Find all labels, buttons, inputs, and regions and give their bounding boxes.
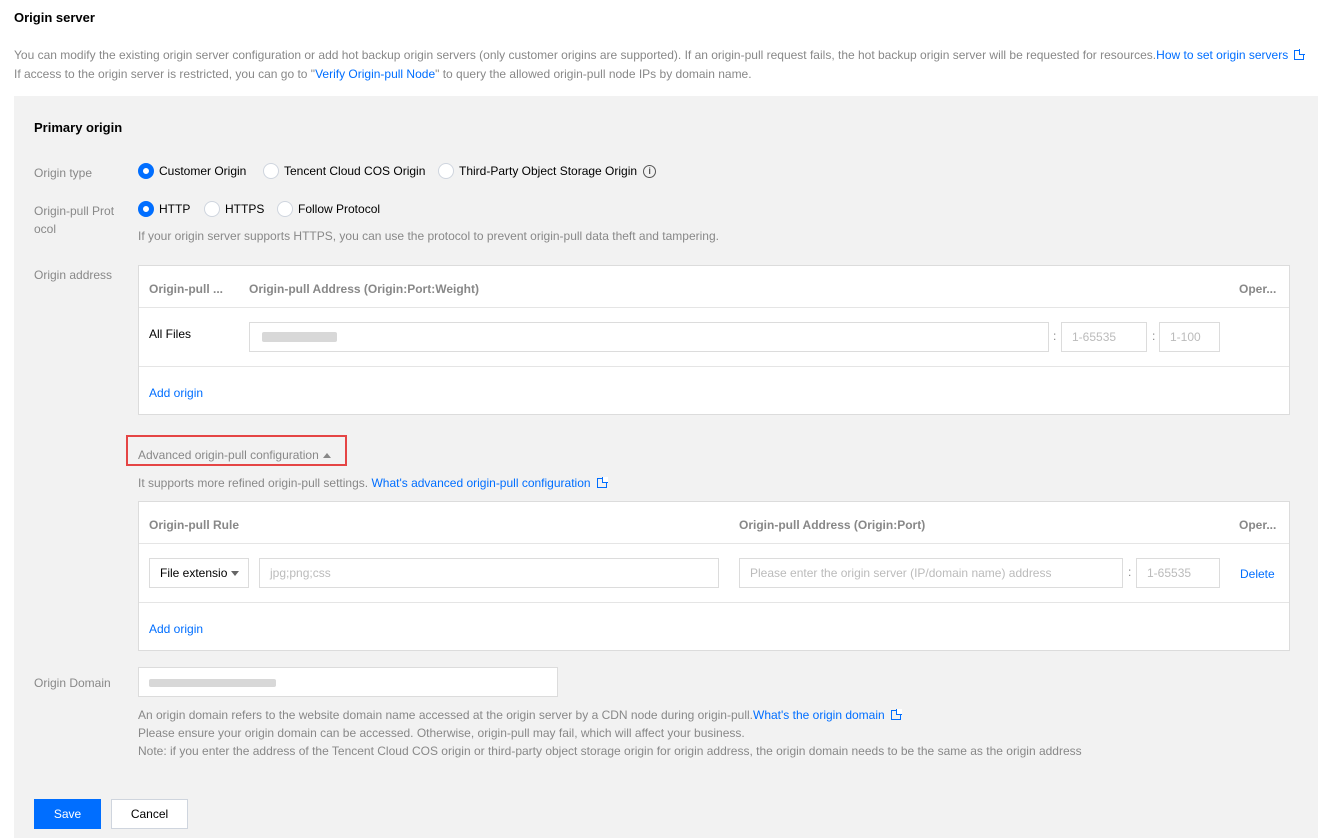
origin-domain-help-line-2: Please ensure your origin domain can be … (138, 726, 745, 740)
protocol-label-line-2: ocol (34, 222, 57, 236)
description-text: You can modify the existing origin serve… (14, 48, 1157, 62)
column-header: Origin-pull Address (Origin:Port:Weight) (249, 282, 479, 296)
radio-third-party-origin[interactable]: Third-Party Object Storage Origin i (438, 163, 657, 179)
advanced-help-link[interactable]: What's advanced origin-pull configuratio… (371, 476, 590, 490)
column-header: Oper... (1239, 518, 1277, 532)
origin-address-input[interactable] (249, 322, 1049, 352)
radio-customer-origin[interactable]: Customer Origin (138, 163, 246, 179)
radio-checked-icon (138, 201, 154, 217)
divider (139, 602, 1289, 603)
column-header: Origin-pull ... (149, 282, 223, 296)
add-origin-link[interactable]: Add origin (149, 386, 203, 400)
rule-type-value: File extensio (160, 566, 228, 580)
radio-http[interactable]: HTTP (138, 201, 190, 217)
advanced-origin-table: Origin-pull Rule Origin-pull Address (Or… (138, 501, 1290, 651)
colon-separator: : (1053, 329, 1057, 343)
info-icon[interactable]: i (643, 164, 657, 178)
origin-address-table: Origin-pull ... Origin-pull Address (Ori… (138, 265, 1290, 415)
divider (139, 366, 1289, 367)
radio-label: HTTPS (225, 202, 265, 216)
radio-unchecked-icon (263, 163, 279, 179)
radio-unchecked-icon (277, 201, 293, 217)
redacted-address (262, 332, 337, 342)
column-header: Origin-pull Rule (149, 518, 239, 532)
radio-unchecked-icon (204, 201, 220, 217)
advanced-help: It supports more refined origin-pull set… (138, 476, 607, 490)
origin-domain-help-text: An origin domain refers to the website d… (138, 708, 753, 722)
radio-label: Third-Party Object Storage Origin (459, 164, 638, 178)
advanced-help-text: It supports more refined origin-pull set… (138, 476, 369, 490)
page-title: Origin server (14, 10, 95, 25)
column-header: Origin-pull Address (Origin:Port) (739, 518, 926, 532)
add-origin-link[interactable]: Add origin (149, 622, 203, 636)
origin-domain-label: Origin Domain (34, 676, 111, 690)
rule-type-select[interactable]: File extensio (149, 558, 249, 588)
how-to-set-origin-link[interactable]: How to set origin servers (1156, 48, 1288, 62)
column-header: Oper... (1239, 282, 1277, 296)
protocol-help-text: If your origin server supports HTTPS, yo… (138, 229, 719, 243)
colon-separator: : (1128, 565, 1132, 579)
port-input[interactable]: 1-65535 (1061, 322, 1147, 352)
radio-https[interactable]: HTTPS (204, 201, 264, 217)
origin-domain-help-line-1: An origin domain refers to the website d… (138, 708, 901, 722)
description-text: If access to the origin server is restri… (14, 67, 316, 81)
protocol-label-line-1: Origin-pull Prot (34, 204, 115, 218)
divider (139, 543, 1289, 544)
radio-label: HTTP (159, 202, 191, 216)
advanced-address-input[interactable]: Please enter the origin server (IP/domai… (739, 558, 1123, 588)
delete-link[interactable]: Delete (1240, 567, 1275, 581)
weight-input[interactable]: 1-100 (1159, 322, 1220, 352)
colon-separator: : (1152, 329, 1156, 343)
redacted-domain (149, 679, 276, 687)
verify-origin-pull-node-link[interactable]: Verify Origin-pull Node (315, 67, 435, 81)
primary-origin-title: Primary origin (34, 120, 123, 135)
external-link-icon (890, 710, 901, 720)
radio-label: Follow Protocol (298, 202, 381, 216)
origin-domain-input[interactable] (138, 667, 558, 697)
divider (139, 307, 1289, 308)
external-link-icon (596, 478, 607, 488)
external-link-icon (1294, 50, 1305, 60)
origin-address-label: Origin address (34, 268, 113, 282)
advanced-config-toggle[interactable]: Advanced origin-pull configuration (138, 448, 331, 462)
radio-follow-protocol[interactable]: Follow Protocol (277, 201, 380, 217)
save-button[interactable]: Save (34, 799, 101, 829)
radio-unchecked-icon (438, 163, 454, 179)
origin-domain-help-link[interactable]: What's the origin domain (753, 708, 885, 722)
page-description-line-2: If access to the origin server is restri… (14, 67, 752, 81)
rule-value-input[interactable]: jpg;png;css (259, 558, 719, 588)
caret-up-icon (322, 453, 331, 458)
origin-domain-help-line-3: Note: if you enter the address of the Te… (138, 744, 1082, 758)
chevron-down-icon (231, 571, 239, 576)
radio-checked-icon (138, 163, 154, 179)
page-description-line-1: You can modify the existing origin serve… (14, 48, 1305, 62)
cancel-button[interactable]: Cancel (111, 799, 188, 829)
advanced-toggle-label: Advanced origin-pull configuration (138, 448, 319, 462)
radio-label: Customer Origin (159, 164, 247, 178)
radio-label: Tencent Cloud COS Origin (284, 164, 426, 178)
origin-type-label: Origin type (34, 166, 93, 180)
radio-cos-origin[interactable]: Tencent Cloud COS Origin (263, 163, 425, 179)
description-text: " to query the allowed origin-pull node … (435, 67, 752, 81)
row-label: All Files (149, 327, 192, 341)
advanced-port-input[interactable]: 1-65535 (1136, 558, 1220, 588)
